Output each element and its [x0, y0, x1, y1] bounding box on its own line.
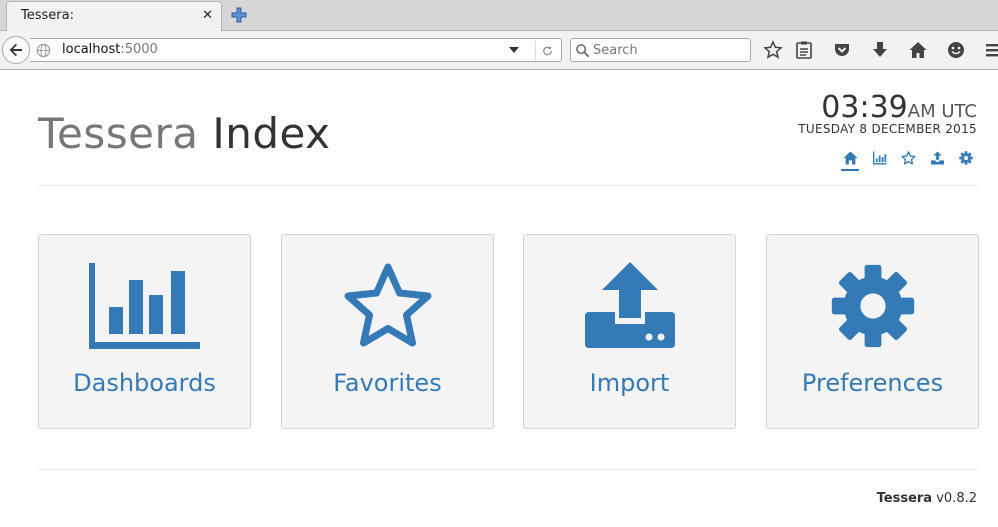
brand-name: Tessera [38, 109, 199, 158]
bar-chart-icon [872, 151, 886, 165]
url-text: localhost:5000 [62, 42, 158, 57]
gear-icon [959, 151, 973, 165]
page-content: Tessera Index 03:39AM UTC TUESDAY 8 DECE… [0, 71, 998, 527]
bar-chart-icon [88, 263, 200, 349]
tile-label: Import [589, 369, 670, 397]
clock-date: TUESDAY 8 DECEMBER 2015 [798, 122, 977, 136]
nav-dashboards[interactable] [868, 147, 890, 169]
tile-icon-wrapper [282, 261, 493, 351]
nav-home[interactable] [839, 147, 861, 171]
nav-import[interactable] [926, 147, 948, 169]
browser-tab[interactable]: Tessera: ✕ [6, 1, 222, 31]
navigation-toolbar: localhost:5000 [0, 31, 998, 70]
clock: 03:39AM UTC TUESDAY 8 DECEMBER 2015 [798, 91, 977, 137]
url-port: :5000 [120, 42, 158, 57]
tile-preferences[interactable]: Preferences [766, 234, 979, 429]
clock-time: 03:39 [821, 90, 908, 125]
upload-icon [584, 262, 675, 348]
url-dropdown-icon[interactable] [509, 47, 519, 53]
header-nav [839, 147, 977, 171]
back-button[interactable] [2, 36, 30, 64]
page-title: Tessera Index [38, 109, 330, 158]
header-divider [38, 185, 978, 186]
url-host: localhost [62, 42, 121, 57]
search-icon [576, 44, 590, 58]
gear-icon [831, 264, 914, 348]
tile-favorites[interactable]: Favorites [281, 234, 494, 429]
footer-version: v0.8.2 [936, 491, 977, 506]
clock-suffix: AM UTC [907, 101, 977, 122]
bookmark-star-icon[interactable] [763, 40, 783, 60]
footer-divider [38, 469, 978, 470]
upload-icon [930, 151, 944, 165]
nav-favorites[interactable] [897, 147, 919, 169]
tile-label: Dashboards [73, 369, 216, 397]
menu-icon[interactable] [984, 40, 998, 60]
tile-grid: Dashboards Favorites Import Preferences [38, 234, 979, 429]
downloads-icon[interactable] [870, 40, 890, 60]
tile-label: Favorites [333, 369, 442, 397]
back-arrow-icon [9, 43, 22, 57]
new-tab-icon[interactable] [230, 6, 248, 24]
clock-time-row: 03:39AM UTC [798, 91, 977, 125]
home-icon [843, 151, 857, 165]
reading-list-icon[interactable] [794, 40, 814, 60]
close-tab-icon[interactable]: ✕ [202, 8, 213, 24]
section-name: Index [212, 109, 331, 158]
tile-import[interactable]: Import [523, 234, 736, 429]
tile-label: Preferences [801, 369, 944, 397]
search-bar[interactable] [570, 38, 751, 62]
tile-icon-wrapper [39, 261, 250, 351]
tile-icon-wrapper [767, 261, 978, 351]
nav-preferences[interactable] [955, 147, 977, 169]
footer: Tessera v0.8.2 [877, 491, 977, 506]
hello-chat-icon[interactable] [946, 40, 966, 60]
tile-icon-wrapper [524, 261, 735, 351]
pocket-icon[interactable] [832, 40, 852, 60]
tab-bar: Tessera: ✕ [0, 0, 998, 31]
reload-icon[interactable] [535, 41, 555, 61]
star-icon [344, 263, 431, 347]
footer-app-name: Tessera [876, 491, 933, 506]
home-icon[interactable] [908, 40, 928, 60]
star-icon [901, 151, 915, 165]
tile-dashboards[interactable]: Dashboards [38, 234, 251, 429]
tab-title: Tessera: [21, 8, 74, 23]
globe-icon [36, 43, 51, 58]
url-bar[interactable]: localhost:5000 [30, 38, 562, 62]
search-input[interactable] [593, 41, 743, 59]
